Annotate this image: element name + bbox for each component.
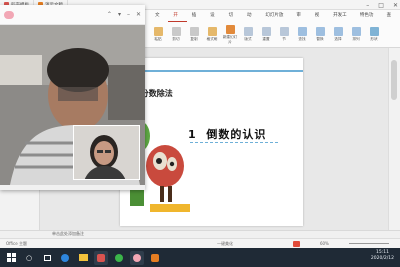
- menu-search[interactable]: 查找: [382, 10, 400, 30]
- brush-icon: [207, 27, 217, 36]
- search-taskbar-button[interactable]: ○: [22, 251, 36, 265]
- system-clock[interactable]: 15:11 2020/2/12: [371, 250, 394, 262]
- copy-button[interactable]: 复制: [186, 27, 202, 42]
- windows-logo-icon: [6, 253, 16, 262]
- window-controls: – □ ✕: [366, 0, 398, 10]
- clock-date: 2020/2/12: [370, 256, 394, 261]
- menu-design[interactable]: 设计: [205, 10, 223, 30]
- maximize-icon[interactable]: □: [378, 2, 384, 9]
- paste-icon: [153, 27, 163, 36]
- layout-icon: [243, 27, 253, 36]
- menu-review[interactable]: 审阅: [291, 10, 309, 30]
- select-button[interactable]: 选择: [330, 27, 346, 42]
- windows-taskbar: ○: [0, 248, 400, 267]
- status-bar: Office 主题 一键美化 60%: [0, 238, 400, 248]
- current-slide[interactable]: 元 分数除法 1 倒数的认识: [120, 58, 303, 226]
- teacher-video: [74, 126, 139, 179]
- lesson-title-text: 倒数的认识: [206, 128, 267, 141]
- close-icon[interactable]: ✕: [393, 2, 398, 9]
- search-icon: ○: [25, 253, 33, 262]
- notes-placeholder[interactable]: 单击此处添加备注: [52, 231, 84, 237]
- browser-icon: [61, 253, 69, 262]
- minimize-call-icon[interactable]: –: [127, 11, 130, 18]
- new-slide-icon: [225, 24, 235, 34]
- video-app-icon: [4, 10, 14, 19]
- layout-button[interactable]: 版式: [240, 27, 256, 42]
- find-button[interactable]: 查找: [294, 27, 310, 42]
- minimize-icon[interactable]: –: [366, 2, 369, 9]
- section-icon: [279, 27, 289, 36]
- reset-icon: [261, 27, 271, 36]
- shape-icon: [369, 27, 379, 36]
- task-view-icon: [43, 254, 51, 261]
- call-bottom-strip: [0, 185, 145, 190]
- copy-icon: [189, 27, 199, 36]
- close-call-icon[interactable]: ✕: [136, 11, 141, 18]
- reset-button[interactable]: 重置: [258, 27, 274, 42]
- media-app-button[interactable]: [148, 251, 162, 265]
- arrange-button[interactable]: 排列: [348, 27, 364, 42]
- menu-transition[interactable]: 切换: [224, 10, 242, 30]
- chat-app-button[interactable]: [112, 251, 126, 265]
- menu-insert[interactable]: 插入: [187, 10, 205, 30]
- zoom-slider[interactable]: [348, 243, 389, 244]
- browser-button[interactable]: [58, 251, 72, 265]
- menu-file[interactable]: 文件: [150, 10, 168, 30]
- paste-button[interactable]: 粘贴: [150, 27, 166, 42]
- video-app-button[interactable]: [130, 250, 144, 265]
- start-button[interactable]: [4, 251, 18, 265]
- media-icon: [151, 253, 159, 262]
- task-view-button[interactable]: [40, 251, 54, 265]
- beautify-button[interactable]: 一键美化: [217, 241, 233, 247]
- shape-button[interactable]: 形状: [366, 27, 382, 42]
- slide-top-band: [120, 70, 303, 72]
- cut-button[interactable]: 剪切: [168, 27, 184, 42]
- video-call-window[interactable]: ⌃ ▾ – ✕: [0, 5, 145, 190]
- teacher-pip-video[interactable]: [73, 125, 140, 180]
- scrollbar-thumb[interactable]: [391, 60, 397, 100]
- arrange-icon: [351, 27, 361, 36]
- menu-home[interactable]: 开始: [168, 10, 187, 30]
- select-icon: [333, 27, 343, 36]
- replace-icon: [315, 27, 325, 36]
- menu-slideshow[interactable]: 幻灯片放映: [260, 10, 291, 30]
- menu-features[interactable]: 特色功能: [355, 10, 382, 30]
- call-title-bar: ⌃ ▾ – ✕: [0, 5, 145, 25]
- folder-icon: [78, 254, 88, 261]
- title-underline: [190, 142, 278, 143]
- find-icon: [297, 27, 307, 36]
- format-painter-button[interactable]: 格式刷: [204, 27, 220, 42]
- theme-name: Office 主题: [6, 240, 27, 246]
- menu-view[interactable]: 视图: [310, 10, 328, 30]
- zoom-level[interactable]: 60%: [320, 241, 329, 246]
- wps-button[interactable]: [94, 250, 108, 265]
- play-button[interactable]: [292, 240, 300, 247]
- scissors-icon: [171, 27, 181, 36]
- explorer-button[interactable]: [76, 251, 90, 265]
- pin-icon[interactable]: ⌃: [107, 11, 112, 18]
- video-app-taskbar-icon: [133, 253, 141, 262]
- wps-icon: [97, 253, 105, 262]
- menu-animation[interactable]: 动画: [242, 10, 260, 30]
- section-button[interactable]: 节: [276, 27, 292, 42]
- replace-button[interactable]: 替换: [312, 27, 328, 42]
- chat-icon: [115, 253, 123, 262]
- lesson-title: 1 倒数的认识: [188, 126, 266, 142]
- new-slide-button[interactable]: 新建幻灯片: [222, 24, 238, 45]
- dropdown-icon[interactable]: ▾: [118, 11, 121, 18]
- menu-dev[interactable]: 开发工具: [328, 10, 355, 30]
